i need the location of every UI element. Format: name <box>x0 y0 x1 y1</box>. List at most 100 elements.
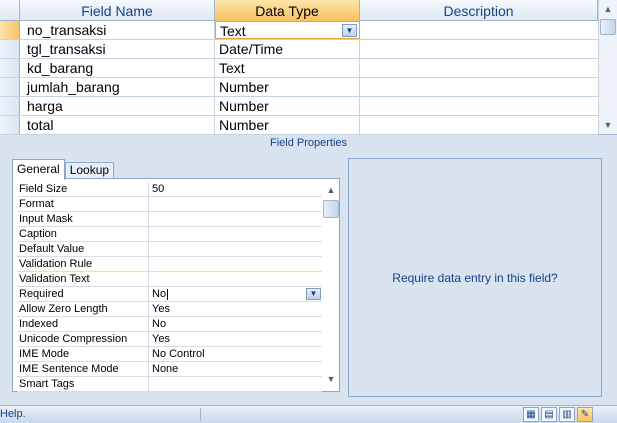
field-name-cell[interactable]: jumlah_barang <box>20 78 215 96</box>
data-type-cell[interactable]: Text <box>215 59 360 77</box>
field-name-cell[interactable]: no_transaksi <box>20 21 215 39</box>
property-name: Default Value <box>17 242 149 256</box>
design-view-icon[interactable]: ✎ <box>577 407 593 422</box>
property-name: Caption <box>17 227 149 241</box>
data-type-cell[interactable]: Number <box>215 78 360 96</box>
data-type-cell[interactable]: Number <box>215 116 360 134</box>
help-hint-text: Require data entry in this field? <box>392 270 558 285</box>
pivot-chart-view-icon[interactable]: ▥ <box>559 407 575 422</box>
dropdown-arrow-icon[interactable]: ▼ <box>342 24 357 37</box>
status-divider <box>200 408 201 421</box>
data-type-value: Text <box>220 23 246 39</box>
field-name-cell[interactable]: kd_barang <box>20 59 215 77</box>
property-value[interactable] <box>149 197 322 211</box>
description-cell[interactable] <box>360 116 598 134</box>
property-value[interactable]: No <box>149 317 322 331</box>
property-value[interactable]: Yes <box>149 332 322 346</box>
grid-vertical-scrollbar[interactable]: ▲ ▼ <box>598 0 617 134</box>
properties-vertical-scrollbar[interactable]: ▲ ▼ <box>322 181 339 389</box>
description-cell[interactable] <box>360 78 598 96</box>
row-selector[interactable] <box>0 59 20 77</box>
row-selector[interactable] <box>0 97 20 115</box>
description-cell[interactable] <box>360 21 598 39</box>
row-selector[interactable] <box>0 40 20 58</box>
property-value[interactable] <box>149 272 322 286</box>
pivot-table-view-icon[interactable]: ▤ <box>541 407 557 422</box>
property-row[interactable]: IME Sentence Mode None <box>17 362 322 377</box>
property-value[interactable]: Yes <box>149 302 322 316</box>
text-caret <box>167 288 169 300</box>
row-selector[interactable] <box>0 116 20 134</box>
property-row[interactable]: Allow Zero Length Yes <box>17 302 322 317</box>
description-cell[interactable] <box>360 40 598 58</box>
scroll-down-icon[interactable]: ▼ <box>323 371 339 387</box>
property-name: Unicode Compression <box>17 332 149 346</box>
description-header[interactable]: Description <box>360 0 598 21</box>
property-row[interactable]: Default Value <box>17 242 322 257</box>
table-row[interactable]: total Number <box>0 116 598 135</box>
view-switcher: ▦ ▤ ▥ ✎ <box>523 407 593 422</box>
scroll-up-icon[interactable]: ▲ <box>323 182 339 198</box>
status-bar: Help. ▦ ▤ ▥ ✎ <box>0 405 617 423</box>
tab-lookup[interactable]: Lookup <box>64 162 115 179</box>
property-name: Indexed <box>17 317 149 331</box>
property-row[interactable]: Smart Tags <box>17 377 322 392</box>
field-name-cell[interactable]: tgl_transaksi <box>20 40 215 58</box>
datasheet-view-icon[interactable]: ▦ <box>523 407 539 422</box>
field-name-header[interactable]: Field Name <box>20 0 215 21</box>
property-sheet: Field Size 50 Format Input Mask Caption D… <box>12 178 340 392</box>
property-name: Allow Zero Length <box>17 302 149 316</box>
field-name-cell[interactable]: harga <box>20 97 215 115</box>
field-name-cell[interactable]: total <box>20 116 215 134</box>
scroll-thumb[interactable] <box>323 200 339 218</box>
property-name: IME Mode <box>17 347 149 361</box>
data-type-cell[interactable]: Number <box>215 97 360 115</box>
property-value: No <box>152 288 167 300</box>
property-list: Field Size 50 Format Input Mask Caption D… <box>17 182 322 392</box>
scroll-up-icon[interactable]: ▲ <box>600 1 616 17</box>
property-value[interactable]: No Control <box>149 347 322 361</box>
description-cell[interactable] <box>360 97 598 115</box>
property-row[interactable]: Indexed No <box>17 317 322 332</box>
property-value[interactable] <box>149 377 322 391</box>
table-row[interactable]: no_transaksi Text ▼ <box>0 21 598 40</box>
property-value[interactable] <box>149 242 322 256</box>
property-row[interactable]: IME Mode No Control <box>17 347 322 362</box>
property-value[interactable]: None <box>149 362 322 376</box>
property-row[interactable]: Validation Rule <box>17 257 322 272</box>
dropdown-arrow-icon[interactable]: ▼ <box>306 288 321 300</box>
property-value[interactable]: 50 <box>149 182 322 196</box>
property-name: Validation Rule <box>17 257 149 271</box>
property-value[interactable] <box>149 227 322 241</box>
data-type-cell[interactable]: Text ▼ <box>215 21 360 39</box>
property-row[interactable]: Unicode Compression Yes <box>17 332 322 347</box>
row-selector[interactable] <box>0 78 20 96</box>
property-name: Input Mask <box>17 212 149 226</box>
scroll-thumb[interactable] <box>600 19 616 35</box>
help-hint-pane: Require data entry in this field? <box>348 158 602 397</box>
property-row[interactable]: Caption <box>17 227 322 242</box>
data-type-header[interactable]: Data Type <box>215 0 360 21</box>
scroll-down-icon[interactable]: ▼ <box>600 117 616 133</box>
description-cell[interactable] <box>360 59 598 77</box>
property-row[interactable]: Input Mask <box>17 212 322 227</box>
property-tabs: General Lookup <box>12 159 115 180</box>
property-name: Smart Tags <box>17 377 149 391</box>
property-row[interactable]: Field Size 50 <box>17 182 322 197</box>
table-row[interactable]: jumlah_barang Number <box>0 78 598 97</box>
grid-rows: no_transaksi Text ▼ tgl_transaksi Date/T… <box>0 21 598 135</box>
property-value[interactable] <box>149 212 322 226</box>
property-row[interactable]: Validation Text <box>17 272 322 287</box>
property-row[interactable]: Required No ▼ <box>17 287 322 302</box>
property-name: IME Sentence Mode <box>17 362 149 376</box>
table-row[interactable]: harga Number <box>0 97 598 116</box>
row-selector-header[interactable] <box>0 0 20 21</box>
required-combo[interactable]: No ▼ <box>149 287 322 301</box>
property-row[interactable]: Format <box>17 197 322 212</box>
table-row[interactable]: kd_barang Text <box>0 59 598 78</box>
property-value[interactable] <box>149 257 322 271</box>
tab-general[interactable]: General <box>12 159 65 180</box>
row-selector[interactable] <box>0 21 20 39</box>
data-type-cell[interactable]: Date/Time <box>215 40 360 58</box>
table-row[interactable]: tgl_transaksi Date/Time <box>0 40 598 59</box>
